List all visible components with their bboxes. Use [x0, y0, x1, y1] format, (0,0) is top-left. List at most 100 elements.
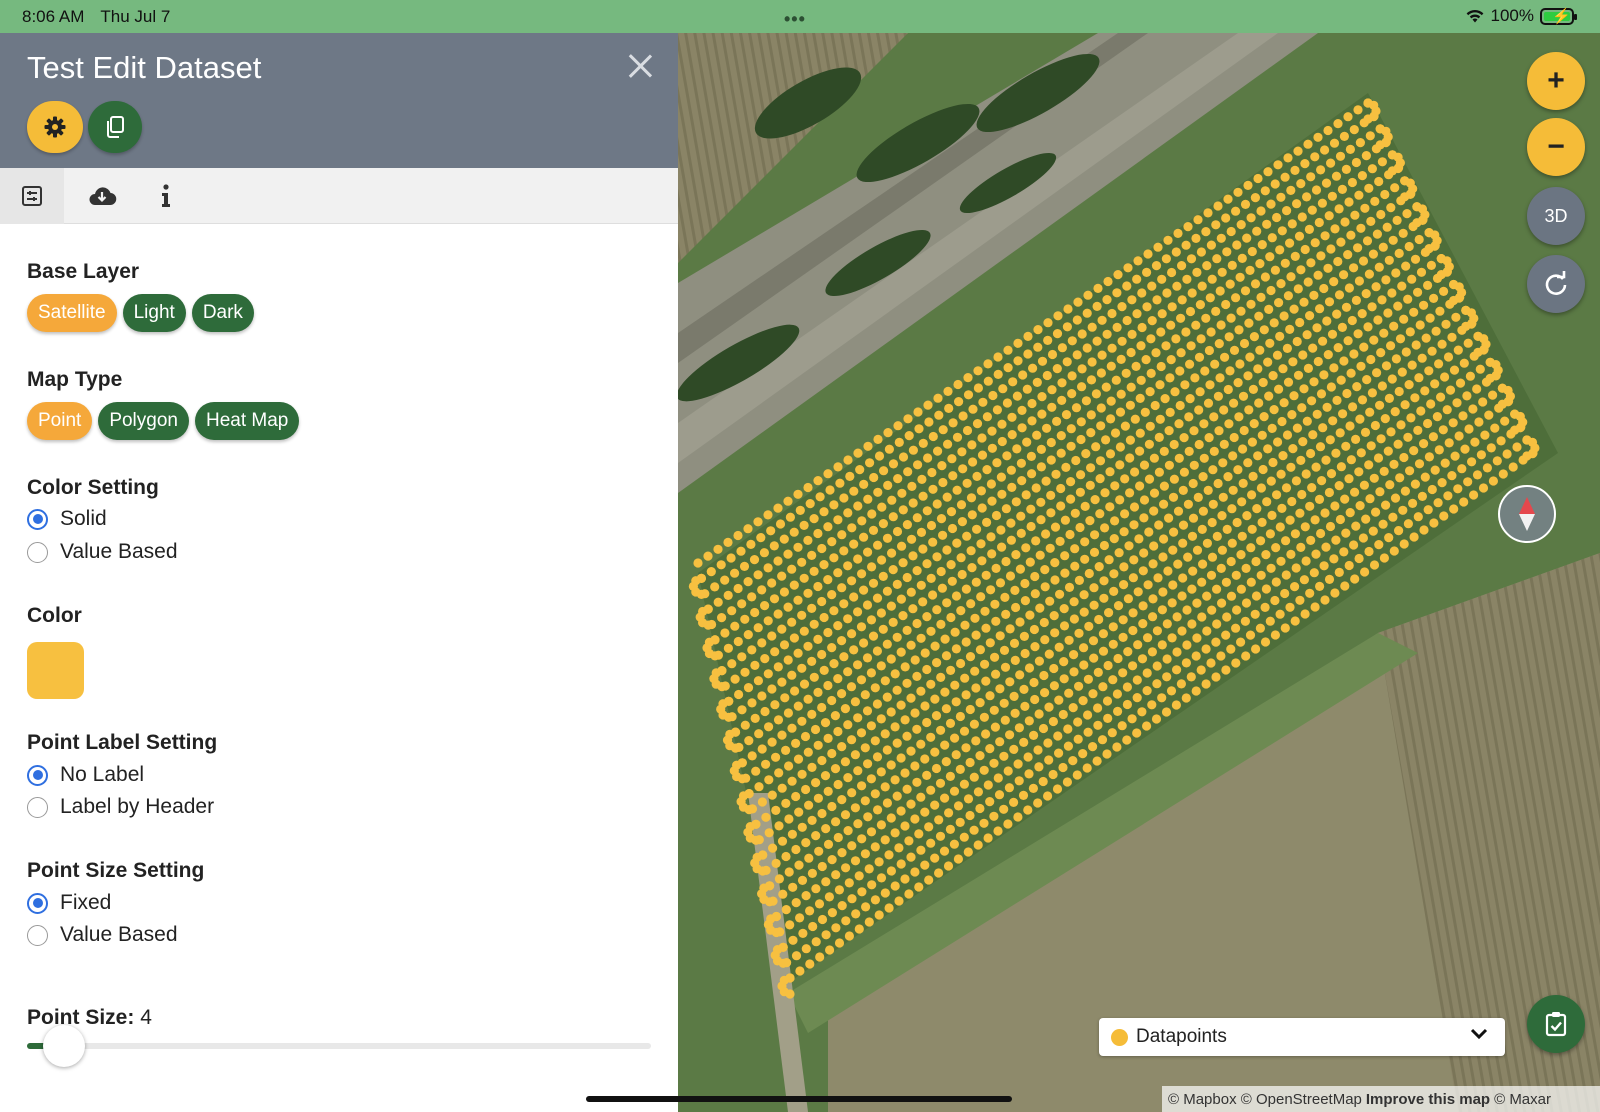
datapoint [778, 889, 788, 899]
datapoint [989, 811, 999, 821]
radio-button[interactable] [27, 508, 48, 530]
color-setting-solid[interactable]: Solid [27, 507, 107, 531]
datapoint [833, 779, 843, 790]
datapoint [942, 545, 952, 555]
map-view[interactable]: + − 3D Datapoints © Mapbox © OpenStreetM… [678, 33, 1600, 1112]
datapoint [1149, 541, 1159, 551]
datapoint [1001, 504, 1011, 514]
datapoint [886, 654, 896, 664]
osm-attribution[interactable]: © OpenStreetMap [1241, 1091, 1362, 1108]
datapoint [1021, 490, 1031, 500]
duplicate-button[interactable] [88, 101, 142, 153]
datapoint [753, 517, 763, 527]
datapoint [1366, 441, 1376, 451]
datapoint [793, 489, 803, 499]
datapoint [1059, 674, 1069, 684]
datapoint [1132, 675, 1142, 685]
datapoint [1173, 506, 1184, 516]
close-panel-button[interactable] [626, 51, 654, 79]
datapoint [1350, 574, 1360, 584]
color-swatch[interactable] [27, 642, 84, 699]
tab-info[interactable] [134, 168, 198, 224]
home-indicator[interactable] [586, 1096, 1012, 1102]
datapoint [1344, 197, 1354, 207]
point-size-fixed[interactable]: Fixed [27, 891, 111, 915]
tab-layer-settings[interactable] [0, 168, 64, 224]
datapoint [1096, 368, 1106, 378]
datapoint [1240, 616, 1250, 626]
clipboard-button[interactable] [1527, 995, 1585, 1053]
settings-button[interactable] [27, 101, 83, 153]
maxar-attribution[interactable]: © Maxar [1494, 1091, 1551, 1108]
datapoint [1475, 364, 1485, 374]
datapoint [1396, 420, 1406, 430]
point-label-none[interactable]: No Label [27, 763, 144, 787]
datapoint [946, 560, 956, 570]
map-type-point[interactable]: Point [27, 402, 93, 440]
radio-button[interactable] [27, 892, 48, 914]
datapoint [1021, 543, 1031, 553]
datapoint [1112, 742, 1122, 752]
mapbox-attribution[interactable]: © Mapbox [1168, 1091, 1237, 1108]
multitask-dots[interactable]: ••• [784, 9, 806, 30]
datapoint [1457, 464, 1467, 474]
datapoints-layer[interactable] [678, 33, 1600, 1112]
reset-rotation-button[interactable] [1527, 255, 1585, 313]
datapoint [882, 586, 892, 596]
zoom-out-button[interactable]: − [1527, 118, 1585, 176]
base-layer-satellite[interactable]: Satellite [27, 294, 117, 332]
datapoint [990, 599, 1000, 609]
datapoint [1079, 607, 1089, 617]
datapoint [864, 864, 874, 874]
datapoint [1403, 432, 1413, 442]
datapoint [1498, 469, 1508, 479]
layer-dropdown[interactable]: Datapoints [1099, 1018, 1505, 1056]
datapoint [1341, 164, 1351, 174]
datapoint [913, 407, 923, 417]
point-label-by-header[interactable]: Label by Header [27, 795, 214, 819]
datapoint [872, 699, 882, 709]
datapoint [972, 419, 983, 429]
point-size-value-based[interactable]: Value Based [27, 923, 178, 947]
datapoint [1362, 375, 1372, 385]
base-layer-dark[interactable]: Dark [191, 294, 254, 332]
radio-button[interactable] [27, 924, 48, 946]
datapoint [1046, 508, 1056, 518]
datapoint [903, 414, 913, 424]
radio-button[interactable] [27, 764, 48, 786]
compass-button[interactable] [1498, 485, 1556, 543]
datapoint [1043, 335, 1053, 345]
map-type-heat-map[interactable]: Heat Map [194, 402, 300, 440]
datapoint [993, 773, 1003, 783]
datapoint [1024, 663, 1035, 673]
datapoint [931, 711, 942, 721]
datapoint [1322, 316, 1332, 326]
datapoint [924, 822, 934, 832]
datapoint [1207, 552, 1218, 562]
point-size-slider-thumb[interactable] [43, 1025, 85, 1067]
radio-button[interactable] [27, 796, 48, 818]
improve-map-link[interactable]: Improve this map [1366, 1091, 1490, 1108]
datapoint [1246, 543, 1256, 553]
datapoint [1122, 699, 1132, 710]
color-setting-value-based[interactable]: Value Based [27, 540, 178, 564]
datapoint [767, 790, 777, 800]
radio-button[interactable] [27, 541, 48, 563]
datapoint [1360, 203, 1370, 213]
datapoint [1039, 617, 1049, 628]
tab-download[interactable] [70, 168, 134, 224]
base-layer-light[interactable]: Light [122, 294, 186, 332]
datapoint [1201, 679, 1211, 689]
point-size-slider-track[interactable] [27, 1043, 651, 1049]
toggle-3d-button[interactable]: 3D [1527, 187, 1585, 245]
datapoint [1122, 281, 1132, 291]
datapoint [1056, 431, 1066, 441]
datapoint [753, 623, 763, 633]
datapoint [1233, 378, 1243, 388]
datapoint [1103, 660, 1113, 671]
zoom-in-button[interactable]: + [1527, 52, 1585, 110]
datapoint [1217, 511, 1227, 521]
map-type-polygon[interactable]: Polygon [98, 402, 189, 440]
datapoint [1064, 582, 1075, 593]
datapoint [759, 548, 769, 558]
